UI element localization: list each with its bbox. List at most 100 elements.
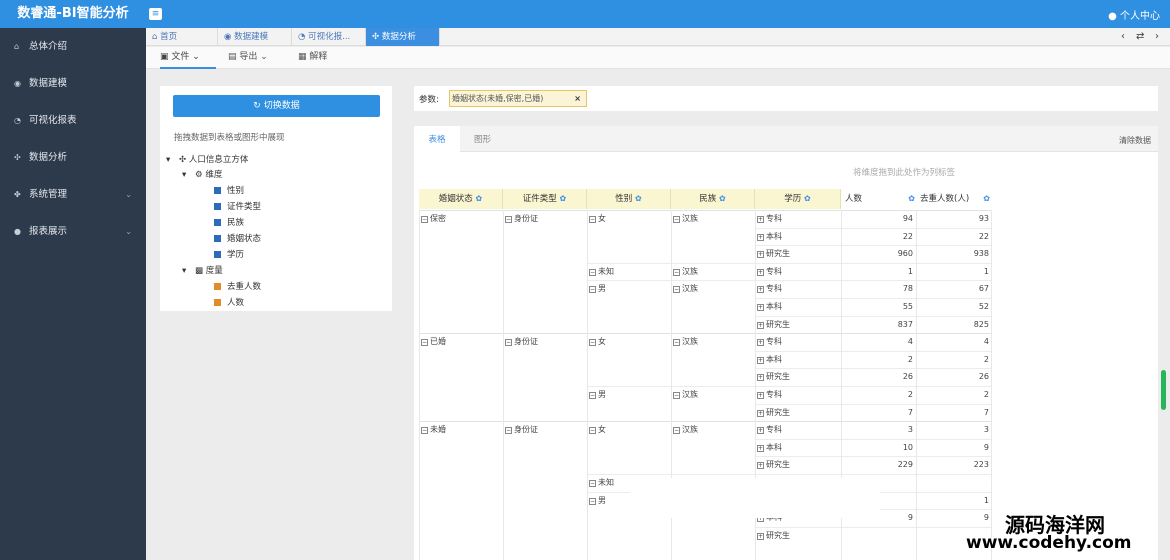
- cell-ethnic[interactable]: − 汉族: [673, 266, 698, 277]
- tab-table[interactable]: 表格: [414, 126, 460, 152]
- collapse-icon[interactable]: −: [589, 339, 596, 347]
- gear-icon[interactable]: ✿: [476, 194, 483, 203]
- cell-education[interactable]: + 研究生: [757, 248, 790, 259]
- cell-education[interactable]: + 专科: [757, 389, 782, 400]
- tree-dimensions[interactable]: ▾ ⚙ 维度: [182, 168, 222, 180]
- collapse-icon[interactable]: −: [589, 497, 596, 505]
- file-menu[interactable]: ▣ 文件 ⌄: [160, 47, 216, 69]
- expand-icon[interactable]: +: [757, 321, 764, 329]
- collapse-icon[interactable]: −: [421, 216, 428, 223]
- sidebar-item-overview[interactable]: ⌂ 总体介绍: [0, 28, 146, 65]
- collapse-icon[interactable]: −: [505, 339, 512, 347]
- cell-ethnic[interactable]: − 汉族: [673, 424, 698, 435]
- gear-icon[interactable]: ✿: [719, 194, 726, 203]
- gear-icon[interactable]: ✿: [908, 189, 915, 209]
- tree-item-ethnic[interactable]: 民族: [214, 216, 244, 228]
- sidebar-item-data-modeling[interactable]: ◉ 数据建模: [0, 65, 146, 102]
- cell-education[interactable]: +本科: [757, 354, 782, 365]
- cell-gender[interactable]: − 男: [589, 389, 606, 400]
- user-center-link[interactable]: ● 个人中心: [1108, 7, 1160, 22]
- tab-menu-icon[interactable]: ⇄: [1136, 28, 1144, 46]
- cell-id-type[interactable]: − 身份证: [505, 424, 538, 435]
- cell-id-type[interactable]: − 身份证: [505, 213, 538, 224]
- cell-education[interactable]: + 专科: [757, 336, 782, 347]
- explain-button[interactable]: ▦ 解释: [298, 47, 327, 69]
- collapse-icon[interactable]: −: [589, 392, 596, 399]
- cell-education[interactable]: + 研究生: [757, 459, 790, 470]
- sidebar-item-visual-report[interactable]: ◔ 可视化报表: [0, 102, 146, 139]
- cell-marital[interactable]: − 未婚: [421, 424, 446, 435]
- collapse-icon[interactable]: −: [589, 216, 596, 223]
- cell-ethnic[interactable]: − 汉族: [673, 336, 698, 347]
- expand-icon[interactable]: +: [757, 304, 764, 311]
- collapse-icon[interactable]: −: [421, 339, 428, 347]
- cell-education[interactable]: + 专科: [757, 213, 782, 224]
- clear-data-button[interactable]: 清除数据: [1119, 135, 1151, 146]
- param-chip[interactable]: 婚姻状态(未婚,保密,已婚) ×: [449, 90, 587, 107]
- close-icon[interactable]: ×: [574, 91, 581, 106]
- tree-item-gender[interactable]: 性别: [214, 184, 244, 196]
- collapse-icon[interactable]: −: [673, 216, 680, 223]
- cell-education[interactable]: +本科: [757, 301, 782, 312]
- expand-icon[interactable]: +: [757, 286, 764, 294]
- cell-marital[interactable]: − 已婚: [421, 336, 446, 347]
- tree-item-distinct-count[interactable]: 去重人数: [214, 280, 261, 292]
- collapse-icon[interactable]: −: [589, 286, 596, 294]
- cell-gender[interactable]: − 女: [589, 424, 606, 435]
- collapse-icon[interactable]: −: [505, 427, 512, 435]
- cell-gender[interactable]: − 男: [589, 283, 606, 294]
- tab-prev-icon[interactable]: ‹: [1121, 28, 1125, 46]
- sidebar-item-system-management[interactable]: ✤ 系统管理 ⌄: [0, 176, 146, 213]
- header-count[interactable]: 人数 ✿: [845, 189, 915, 209]
- collapse-icon[interactable]: −: [589, 480, 596, 487]
- expand-icon[interactable]: +: [757, 233, 764, 241]
- expand-icon[interactable]: +: [757, 444, 764, 452]
- sidebar-item-report-display[interactable]: ● 报表展示 ⌄: [0, 213, 146, 250]
- cell-marital[interactable]: − 保密: [421, 213, 446, 224]
- expand-icon[interactable]: +: [757, 392, 764, 399]
- cell-id-type[interactable]: − 身份证: [505, 336, 538, 347]
- cell-education[interactable]: + 研究生: [757, 530, 790, 541]
- expand-icon[interactable]: +: [757, 268, 764, 276]
- tree-item-count[interactable]: 人数: [214, 296, 244, 308]
- cell-education[interactable]: + 专科: [757, 283, 782, 294]
- export-menu[interactable]: ▤ 导出 ⌄: [228, 47, 268, 69]
- expand-icon[interactable]: +: [757, 532, 764, 540]
- cell-gender[interactable]: − 男: [589, 495, 606, 506]
- cell-ethnic[interactable]: − 汉族: [673, 389, 698, 400]
- cell-education[interactable]: + 专科: [757, 424, 782, 435]
- expand-icon[interactable]: +: [757, 427, 764, 435]
- tree-root[interactable]: ▾ ✣ 人口信息立方体: [166, 153, 248, 165]
- tab-data-modeling[interactable]: ◉ 数据建模: [218, 28, 292, 46]
- menu-toggle-icon[interactable]: ≡: [149, 8, 162, 20]
- cell-education[interactable]: + 研究生: [757, 407, 790, 418]
- tab-chart[interactable]: 图形: [474, 126, 491, 152]
- tab-data-analysis[interactable]: ✣ 数据分析: [366, 28, 440, 46]
- cell-education[interactable]: + 专科: [757, 266, 782, 277]
- expand-icon[interactable]: +: [757, 339, 764, 347]
- expand-icon[interactable]: +: [757, 216, 764, 223]
- cell-gender[interactable]: − 未知: [589, 477, 614, 488]
- collapse-icon[interactable]: −: [673, 427, 680, 435]
- tab-next-icon[interactable]: ›: [1155, 28, 1159, 46]
- header-distinct-count[interactable]: 去重人数(人) ✿: [920, 189, 990, 209]
- cell-gender[interactable]: − 未知: [589, 266, 614, 277]
- tree-item-marital[interactable]: 婚姻状态: [214, 232, 261, 244]
- cell-education[interactable]: + 研究生: [757, 371, 790, 382]
- cell-ethnic[interactable]: − 汉族: [673, 283, 698, 294]
- tab-home[interactable]: ⌂ 首页: [146, 28, 218, 46]
- collapse-icon[interactable]: −: [589, 427, 596, 435]
- cell-education[interactable]: +本科: [757, 231, 782, 242]
- gear-icon[interactable]: ✿: [804, 194, 811, 203]
- expand-icon[interactable]: +: [757, 409, 764, 417]
- tab-visual-report[interactable]: ◔ 可视化报...: [292, 28, 366, 46]
- cell-ethnic[interactable]: − 汉族: [673, 213, 698, 224]
- collapse-icon[interactable]: −: [589, 268, 596, 276]
- gear-icon[interactable]: ✿: [983, 189, 990, 209]
- tree-item-education[interactable]: 学历: [214, 248, 244, 260]
- column-drop-hint[interactable]: 将维度拖到此处作为列标签: [853, 166, 955, 178]
- expand-icon[interactable]: +: [757, 374, 764, 382]
- header-education[interactable]: 学历 ✿: [755, 189, 841, 209]
- scrollbar-thumb[interactable]: [1161, 370, 1166, 410]
- collapse-icon[interactable]: −: [673, 268, 680, 276]
